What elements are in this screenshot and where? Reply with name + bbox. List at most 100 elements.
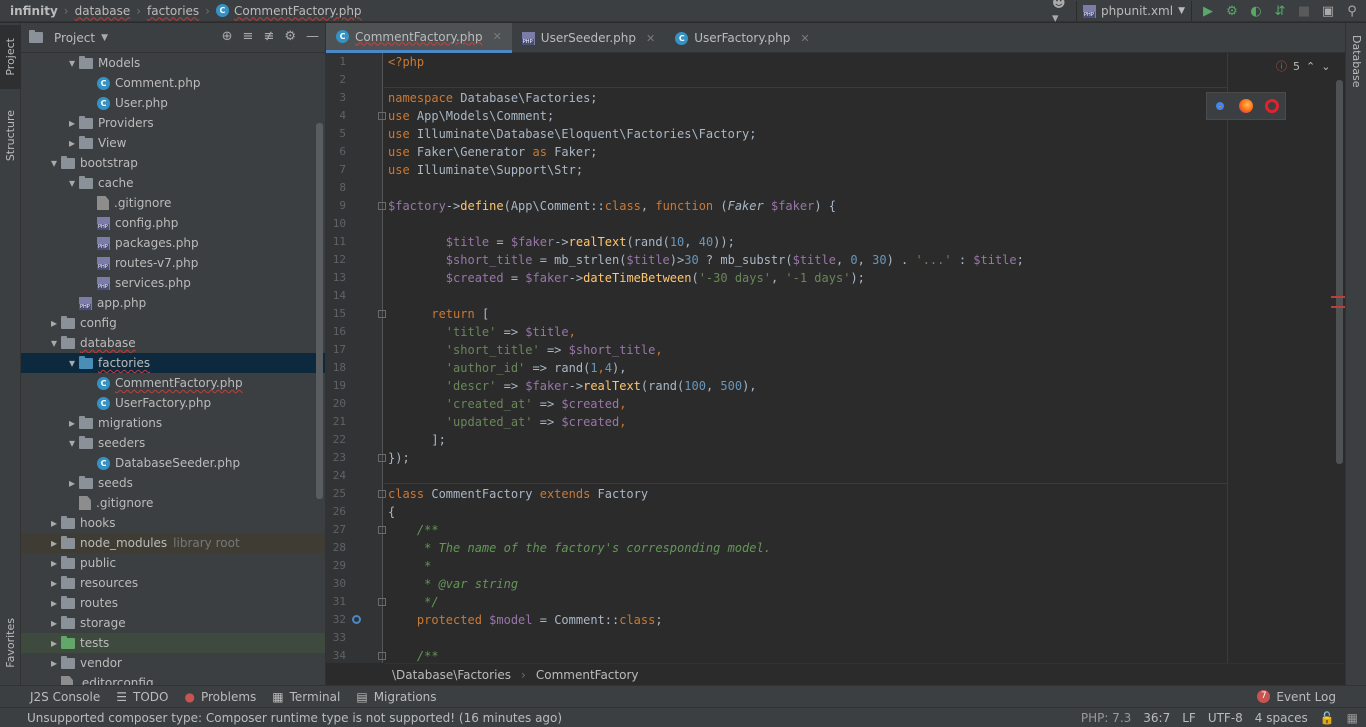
tree-item[interactable]: config.php — [21, 213, 325, 233]
line-number[interactable]: 3 — [326, 89, 346, 107]
editor-tab[interactable]: UserSeeder.php ✕ — [512, 23, 665, 53]
line-number[interactable]: 5 — [326, 125, 346, 143]
status-message[interactable]: Unsupported composer type: Composer runt… — [0, 711, 562, 725]
tree-item[interactable]: ▸ routes — [21, 593, 325, 613]
lock-icon[interactable]: 🔓 — [1320, 711, 1335, 725]
chevron-right-icon[interactable]: ▸ — [47, 616, 61, 630]
line-number[interactable]: 15 — [326, 305, 346, 323]
tree-item[interactable]: ▾ factories — [21, 353, 325, 373]
indent-setting[interactable]: 4 spaces — [1255, 711, 1308, 725]
previous-highlight-icon[interactable]: ⌃ — [1306, 60, 1315, 73]
php-version[interactable]: PHP: 7.3 — [1081, 711, 1131, 725]
database-tool-tab[interactable]: Database — [1350, 35, 1363, 88]
line-number[interactable]: 28 — [326, 539, 346, 557]
inspection-widget[interactable]: ⓘ 5 ⌃ ⌄ — [1276, 58, 1330, 74]
tree-item[interactable]: ▸ hooks — [21, 513, 325, 533]
tree-item[interactable]: .editorconfig — [21, 673, 325, 685]
opera-icon[interactable] — [1265, 99, 1279, 113]
tree-item[interactable]: ▸ config — [21, 313, 325, 333]
tree-item[interactable]: ▾ cache — [21, 173, 325, 193]
chevron-down-icon[interactable]: ▾ — [65, 356, 79, 370]
tree-item[interactable]: ▸ public — [21, 553, 325, 573]
tree-item[interactable]: ▾ seeders — [21, 433, 325, 453]
file-encoding[interactable]: UTF-8 — [1208, 711, 1243, 725]
line-number[interactable]: 31 — [326, 593, 346, 611]
user-icon[interactable]: ☻▾ — [1052, 0, 1068, 26]
run-configuration-selector[interactable]: phpunit.xml ▼ — [1076, 1, 1192, 21]
line-number[interactable]: 10 — [326, 215, 346, 233]
close-icon[interactable]: ✕ — [800, 32, 809, 45]
line-number[interactable]: 9 — [326, 197, 346, 215]
chevron-right-icon[interactable]: ▸ — [65, 416, 79, 430]
tree-item[interactable]: ▾ bootstrap — [21, 153, 325, 173]
profile-icon[interactable]: ⇵ — [1272, 3, 1288, 19]
chevron-right-icon[interactable]: ▸ — [47, 556, 61, 570]
error-stripe-mark[interactable] — [1331, 296, 1345, 298]
line-number[interactable]: 24 — [326, 467, 346, 485]
chevron-right-icon[interactable]: ▸ — [47, 316, 61, 330]
line-number[interactable]: 21 — [326, 413, 346, 431]
line-number[interactable]: 27 — [326, 521, 346, 539]
coverage-icon[interactable]: ◐ — [1248, 3, 1264, 19]
tree-item[interactable]: ▸ tests — [21, 633, 325, 653]
close-icon[interactable]: ✕ — [493, 30, 502, 43]
migrations-tab[interactable]: ▤ Migrations — [348, 686, 444, 708]
line-separator[interactable]: LF — [1182, 711, 1196, 725]
line-number[interactable]: 4 — [326, 107, 346, 125]
gear-icon[interactable]: ⚙ — [284, 29, 296, 44]
line-number[interactable]: 6 — [326, 143, 346, 161]
problems-tab[interactable]: ● Problems — [176, 686, 264, 708]
tree-item[interactable]: .gitignore — [21, 493, 325, 513]
line-number[interactable]: 7 — [326, 161, 346, 179]
line-number[interactable]: 8 — [326, 179, 346, 197]
breadcrumb-file[interactable]: CommentFactory.php — [234, 4, 362, 18]
breadcrumb-class[interactable]: CommentFactory — [536, 668, 639, 682]
code-editor[interactable]: <?php namespace Database\Factories; use Ap… — [384, 53, 1334, 663]
locate-icon[interactable]: ⊕ — [222, 29, 233, 44]
chevron-right-icon[interactable]: ▸ — [47, 536, 61, 550]
line-number[interactable]: 29 — [326, 557, 346, 575]
tree-item[interactable]: app.php — [21, 293, 325, 313]
line-number[interactable]: 13 — [326, 269, 346, 287]
tree-item[interactable]: ▸ vendor — [21, 653, 325, 673]
line-number[interactable]: 23 — [326, 449, 346, 467]
window-layout-icon[interactable]: ▣ — [1320, 3, 1336, 19]
tree-item[interactable]: packages.php — [21, 233, 325, 253]
event-log-tab[interactable]: 7 Event Log — [1249, 686, 1344, 708]
tree-item[interactable]: ▸ seeds — [21, 473, 325, 493]
tree-item[interactable]: ▸ storage — [21, 613, 325, 633]
chevron-right-icon[interactable]: ▸ — [47, 576, 61, 590]
breadcrumb-project[interactable]: infinity — [10, 4, 58, 18]
hide-icon[interactable]: — — [306, 29, 319, 44]
editor-scrollbar[interactable] — [1336, 80, 1343, 464]
line-number[interactable]: 1 — [326, 53, 346, 71]
line-number[interactable]: 32 — [326, 611, 346, 629]
line-number[interactable]: 26 — [326, 503, 346, 521]
line-number[interactable]: 18 — [326, 359, 346, 377]
line-number[interactable]: 20 — [326, 395, 346, 413]
project-scrollbar[interactable] — [316, 123, 323, 499]
chevron-down-icon[interactable]: ▾ — [47, 336, 61, 350]
close-icon[interactable]: ✕ — [646, 32, 655, 45]
structure-tool-tab[interactable]: Structure — [0, 101, 21, 171]
error-stripe-mark[interactable] — [1331, 306, 1345, 308]
terminal-tab[interactable]: ▦ Terminal — [264, 686, 348, 708]
editor-tab[interactable]: C CommentFactory.php ✕ — [326, 23, 512, 53]
line-number[interactable]: 11 — [326, 233, 346, 251]
tree-item[interactable]: C User.php — [21, 93, 325, 113]
todo-tab[interactable]: ☰ TODO — [108, 686, 176, 708]
j2s-console-tab[interactable]: J2S Console — [0, 686, 108, 708]
debug-icon[interactable]: ⚙ — [1224, 3, 1240, 19]
firefox-icon[interactable] — [1239, 99, 1253, 113]
line-number[interactable]: 30 — [326, 575, 346, 593]
line-number[interactable]: 17 — [326, 341, 346, 359]
tree-item[interactable]: services.php — [21, 273, 325, 293]
project-tool-tab[interactable]: Project — [0, 25, 21, 89]
chevron-down-icon[interactable]: ▾ — [47, 156, 61, 170]
tree-item[interactable]: C DatabaseSeeder.php — [21, 453, 325, 473]
override-marker-icon[interactable] — [352, 615, 361, 624]
line-number[interactable]: 25 — [326, 485, 346, 503]
tree-item[interactable]: ▸ migrations — [21, 413, 325, 433]
tree-item[interactable]: C UserFactory.php — [21, 393, 325, 413]
project-panel-title[interactable]: Project — [54, 31, 95, 45]
